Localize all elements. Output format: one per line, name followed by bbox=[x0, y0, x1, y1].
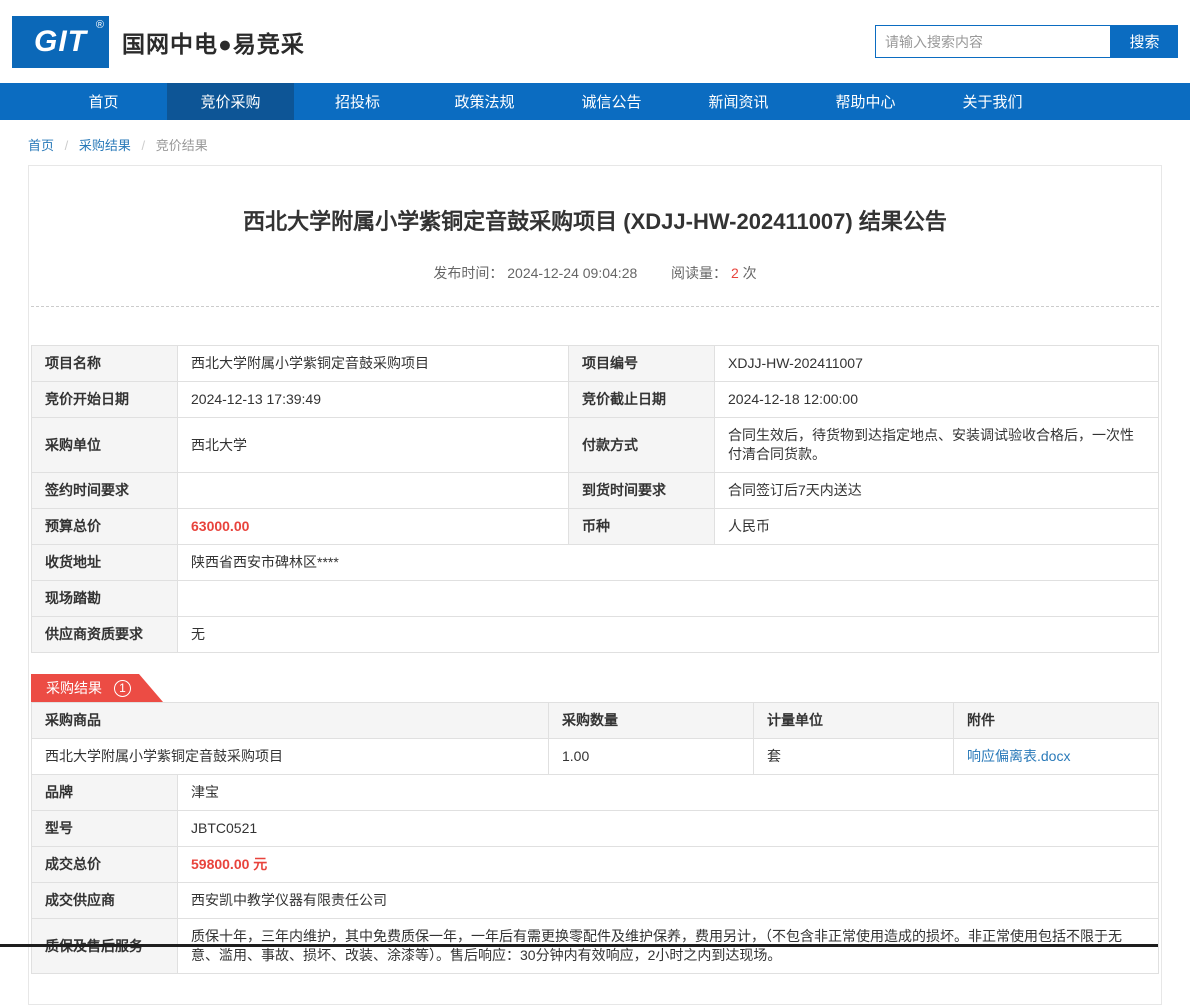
nav-item-help-center[interactable]: 帮助中心 bbox=[802, 83, 929, 120]
info-label: 币种 bbox=[569, 509, 715, 545]
result-section-tab: 采购结果 1 bbox=[31, 674, 1159, 702]
logo-text: GIT bbox=[34, 25, 87, 59]
info-value: 合同生效后，待货物到达指定地点、安装调试验收合格后，一次性付清合同货款。 bbox=[715, 418, 1159, 473]
info-label: 竞价截止日期 bbox=[569, 382, 715, 418]
views-count: 2 bbox=[731, 265, 739, 281]
main-nav: 首页 竞价采购 招投标 政策法规 诚信公告 新闻资讯 帮助中心 关于我们 bbox=[0, 83, 1190, 120]
table-row: 签约时间要求 到货时间要求 合同签订后7天内送达 bbox=[32, 473, 1159, 509]
table-row: 采购单位 西北大学 付款方式 合同生效后，待货物到达指定地点、安装调试验收合格后… bbox=[32, 418, 1159, 473]
announcement-panel: 西北大学附属小学紫铜定音鼓采购项目 (XDJJ-HW-202411007) 结果… bbox=[28, 165, 1162, 1005]
detail-label: 型号 bbox=[32, 811, 178, 847]
info-label: 采购单位 bbox=[32, 418, 178, 473]
budget-total-value: 63000.00 bbox=[178, 509, 569, 545]
info-value bbox=[178, 473, 569, 509]
info-label: 签约时间要求 bbox=[32, 473, 178, 509]
purchase-quantity: 1.00 bbox=[549, 739, 754, 775]
info-value: 2024-12-13 17:39:49 bbox=[178, 382, 569, 418]
project-info-table: 项目名称 西北大学附属小学紫铜定音鼓采购项目 项目编号 XDJJ-HW-2024… bbox=[31, 345, 1159, 653]
nav-item-integrity-notices[interactable]: 诚信公告 bbox=[548, 83, 675, 120]
info-label: 供应商资质要求 bbox=[32, 617, 178, 653]
table-row: 竞价开始日期 2024-12-13 17:39:49 竞价截止日期 2024-1… bbox=[32, 382, 1159, 418]
detail-label: 成交供应商 bbox=[32, 883, 178, 919]
registered-trademark-icon: ® bbox=[96, 19, 104, 31]
detail-label: 成交总价 bbox=[32, 847, 178, 883]
table-row: 预算总价 63000.00 币种 人民币 bbox=[32, 509, 1159, 545]
column-header: 计量单位 bbox=[754, 703, 954, 739]
table-row: 成交供应商 西安凯中教学仪器有限责任公司 bbox=[32, 883, 1159, 919]
page-title: 西北大学附属小学紫铜定音鼓采购项目 (XDJJ-HW-202411007) 结果… bbox=[61, 204, 1129, 236]
nav-item-home[interactable]: 首页 bbox=[40, 83, 167, 120]
breadcrumb-purchase-results[interactable]: 采购结果 bbox=[79, 138, 131, 153]
deal-total-price: 59800.00 元 bbox=[178, 847, 1159, 883]
article-meta: 发布时间： 2024-12-24 09:04:28 阅读量： 2 次 bbox=[31, 263, 1159, 283]
info-label: 项目编号 bbox=[569, 346, 715, 382]
result-tab-label: 采购结果 bbox=[46, 678, 102, 698]
table-row: 成交总价 59800.00 元 bbox=[32, 847, 1159, 883]
info-value: 2024-12-18 12:00:00 bbox=[715, 382, 1159, 418]
info-label: 竞价开始日期 bbox=[32, 382, 178, 418]
result-tab-flag[interactable]: 采购结果 1 bbox=[31, 674, 163, 702]
table-row: 品牌 津宝 bbox=[32, 775, 1159, 811]
search-bar: 搜索 bbox=[875, 25, 1178, 58]
column-header: 采购商品 bbox=[32, 703, 549, 739]
detail-label: 品牌 bbox=[32, 775, 178, 811]
nav-item-policies[interactable]: 政策法规 bbox=[421, 83, 548, 120]
nav-item-news[interactable]: 新闻资讯 bbox=[675, 83, 802, 120]
info-value: 陕西省西安市碑林区**** bbox=[178, 545, 1159, 581]
info-label: 预算总价 bbox=[32, 509, 178, 545]
info-label: 到货时间要求 bbox=[569, 473, 715, 509]
nav-item-about-us[interactable]: 关于我们 bbox=[929, 83, 1056, 120]
window-bottom-edge bbox=[0, 944, 1158, 947]
result-product-table: 采购商品 采购数量 计量单位 附件 西北大学附属小学紫铜定音鼓采购项目 1.00… bbox=[31, 702, 1159, 775]
views-unit: 次 bbox=[743, 265, 757, 281]
breadcrumb: 首页 / 采购结果 / 竞价结果 bbox=[0, 120, 1190, 165]
table-row: 供应商资质要求 无 bbox=[32, 617, 1159, 653]
table-row: 收货地址 陕西省西安市碑林区**** bbox=[32, 545, 1159, 581]
attachment-link[interactable]: 响应偏离表.docx bbox=[967, 748, 1070, 764]
column-header: 附件 bbox=[954, 703, 1159, 739]
site-name: 国网中电●易竞采 bbox=[122, 25, 305, 59]
breadcrumb-separator: / bbox=[142, 138, 146, 153]
nav-item-bidding-purchase[interactable]: 竞价采购 bbox=[167, 83, 294, 120]
product-name: 西北大学附属小学紫铜定音鼓采购项目 bbox=[32, 739, 549, 775]
info-value: 西北大学附属小学紫铜定音鼓采购项目 bbox=[178, 346, 569, 382]
info-label: 现场踏勘 bbox=[32, 581, 178, 617]
dashed-divider bbox=[31, 306, 1159, 307]
info-value: 合同签订后7天内送达 bbox=[715, 473, 1159, 509]
info-value bbox=[178, 581, 1159, 617]
info-label: 项目名称 bbox=[32, 346, 178, 382]
model-value: JBTC0521 bbox=[178, 811, 1159, 847]
table-row: 西北大学附属小学紫铜定音鼓采购项目 1.00 套 响应偏离表.docx bbox=[32, 739, 1159, 775]
info-value: 无 bbox=[178, 617, 1159, 653]
info-value: 人民币 bbox=[715, 509, 1159, 545]
attachment-cell: 响应偏离表.docx bbox=[954, 739, 1159, 775]
publish-time-label: 发布时间： bbox=[433, 265, 503, 281]
info-value: 西北大学 bbox=[178, 418, 569, 473]
info-label: 付款方式 bbox=[569, 418, 715, 473]
search-button[interactable]: 搜索 bbox=[1111, 25, 1178, 58]
measure-unit: 套 bbox=[754, 739, 954, 775]
info-label: 收货地址 bbox=[32, 545, 178, 581]
winning-supplier: 西安凯中教学仪器有限责任公司 bbox=[178, 883, 1159, 919]
nav-item-tendering[interactable]: 招投标 bbox=[294, 83, 421, 120]
views-label: 阅读量： bbox=[671, 265, 727, 281]
info-value: XDJJ-HW-202411007 bbox=[715, 346, 1159, 382]
breadcrumb-current: 竞价结果 bbox=[156, 138, 208, 153]
result-count-badge: 1 bbox=[114, 680, 131, 697]
table-row: 型号 JBTC0521 bbox=[32, 811, 1159, 847]
breadcrumb-separator: / bbox=[65, 138, 69, 153]
search-input[interactable] bbox=[875, 25, 1111, 58]
publish-time-value: 2024-12-24 09:04:28 bbox=[507, 265, 637, 281]
column-header: 采购数量 bbox=[549, 703, 754, 739]
table-row: 项目名称 西北大学附属小学紫铜定音鼓采购项目 项目编号 XDJJ-HW-2024… bbox=[32, 346, 1159, 382]
table-header-row: 采购商品 采购数量 计量单位 附件 bbox=[32, 703, 1159, 739]
breadcrumb-home[interactable]: 首页 bbox=[28, 138, 54, 153]
table-row: 现场踏勘 bbox=[32, 581, 1159, 617]
site-logo[interactable]: GIT ® bbox=[12, 16, 109, 68]
brand-value: 津宝 bbox=[178, 775, 1159, 811]
top-header: GIT ® 国网中电●易竞采 搜索 bbox=[0, 0, 1190, 83]
